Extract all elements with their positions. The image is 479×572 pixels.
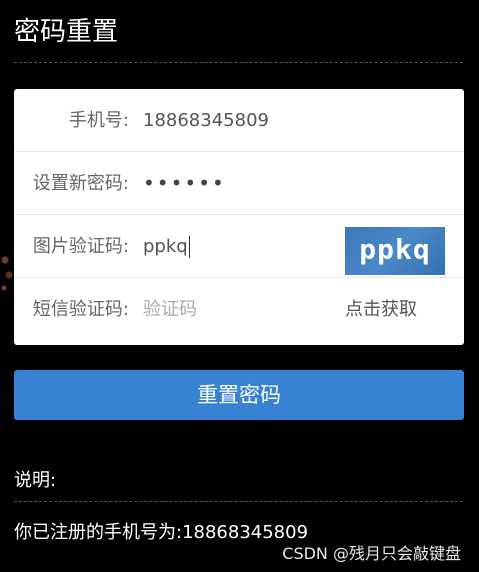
reset-form: 手机号: 18868345809 设置新密码: •••••• 图片验证码: pp… xyxy=(14,89,464,345)
image-captcha-label: 图片验证码: xyxy=(32,236,129,257)
image-captcha-input-text: ppkq xyxy=(143,236,188,257)
password-reset-page: 密码重置 手机号: 18868345809 设置新密码: •••••• 图片验证… xyxy=(0,0,479,572)
title-divider xyxy=(14,62,463,63)
get-sms-code-button[interactable]: 点击获取 xyxy=(345,278,417,341)
image-captcha-row: 图片验证码: ppkq ppkq xyxy=(14,215,464,278)
notes-text: 你已注册的手机号为:18868345809 xyxy=(14,522,309,543)
captcha-image[interactable]: ppkq xyxy=(345,227,445,275)
reset-password-button[interactable]: 重置密码 xyxy=(14,370,464,420)
sms-code-label: 短信验证码: xyxy=(32,299,129,320)
new-password-label: 设置新密码: xyxy=(32,173,129,194)
phone-input[interactable]: 18868345809 xyxy=(143,89,269,152)
image-captcha-input[interactable]: ppkq xyxy=(143,215,190,278)
new-password-input[interactable]: •••••• xyxy=(143,152,226,215)
notes-title: 说明: xyxy=(14,470,57,491)
watermark: CSDN @残月只会敲键盘 xyxy=(282,544,461,563)
text-cursor xyxy=(188,236,190,258)
sms-code-input[interactable]: 验证码 xyxy=(143,278,197,341)
phone-row: 手机号: 18868345809 xyxy=(14,89,464,152)
sms-code-row: 短信验证码: 验证码 点击获取 xyxy=(14,278,464,341)
captcha-image-text: ppkq xyxy=(359,233,431,266)
notes-divider xyxy=(14,501,463,502)
background-image-fragment xyxy=(0,240,14,300)
page-title: 密码重置 xyxy=(14,17,119,47)
new-password-row: 设置新密码: •••••• xyxy=(14,152,464,215)
phone-label: 手机号: xyxy=(68,110,129,131)
